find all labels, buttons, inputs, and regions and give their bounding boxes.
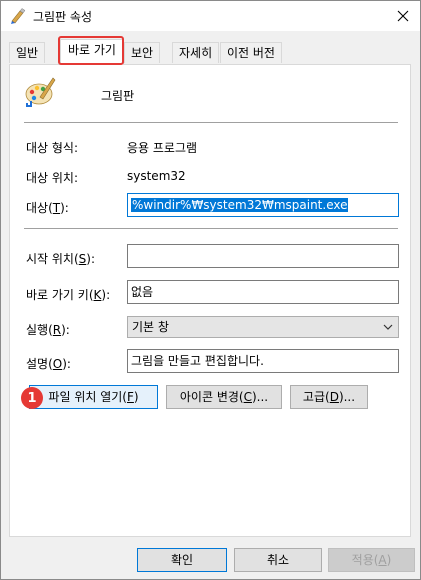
target-type-value: 응용 프로그램 xyxy=(127,141,198,155)
advanced-button[interactable]: 고급(D)... xyxy=(290,385,368,409)
tab-previous-versions[interactable]: 이전 버전 xyxy=(220,42,282,63)
run-select[interactable]: 기본 창 xyxy=(127,316,399,338)
window-title: 그림판 속성 xyxy=(33,10,93,24)
title-bar: 그림판 속성 xyxy=(1,1,420,31)
target-location-label: 대상 위치: xyxy=(26,171,79,185)
target-type-label: 대상 형식: xyxy=(26,141,79,155)
run-selected-value: 기본 창 xyxy=(132,320,169,334)
comment-label: 설명(O): xyxy=(26,357,71,371)
run-label: 실행(R): xyxy=(26,323,70,337)
start-in-input[interactable] xyxy=(127,244,399,268)
shortcut-key-input[interactable]: 없음 xyxy=(127,280,399,304)
active-tab-highlight xyxy=(58,36,124,65)
close-icon xyxy=(397,10,409,22)
target-location-value: system32 xyxy=(127,169,186,183)
tab-details[interactable]: 자세히 xyxy=(172,42,220,63)
separator xyxy=(24,228,398,229)
target-input[interactable]: %windir%₩system32₩mspaint.exe xyxy=(127,193,399,217)
tab-general[interactable]: 일반 xyxy=(9,42,46,63)
start-in-label: 시작 위치(S): xyxy=(26,252,96,266)
target-value: %windir%₩system32₩mspaint.exe xyxy=(131,198,349,212)
change-icon-button[interactable]: 아이콘 변경(C)... xyxy=(166,385,282,409)
open-file-location-button[interactable]: 파일 위치 열기(F) xyxy=(29,385,158,409)
paint-icon xyxy=(11,8,26,24)
separator xyxy=(24,122,398,123)
chevron-down-icon xyxy=(383,324,393,330)
paint-palette-icon xyxy=(25,77,56,107)
comment-input[interactable]: 그림을 만들고 편집합니다. xyxy=(127,349,399,373)
shortcut-key-label: 바로 가기 키(K): xyxy=(26,288,111,302)
app-name: 그림판 xyxy=(101,89,135,103)
cancel-button[interactable]: 취소 xyxy=(234,548,322,572)
ok-button[interactable]: 확인 xyxy=(137,548,227,572)
apply-button[interactable]: 적용(A) xyxy=(328,548,415,572)
tab-security[interactable]: 보안 xyxy=(124,42,161,63)
close-button[interactable] xyxy=(386,1,420,31)
properties-dialog: 그림판 속성 일반 바로 가기 보안 자세히 이전 버전 그림판 대상 형식: … xyxy=(0,0,421,580)
annotation-badge: 1 xyxy=(21,387,43,409)
target-label: 대상(T): xyxy=(26,201,69,215)
